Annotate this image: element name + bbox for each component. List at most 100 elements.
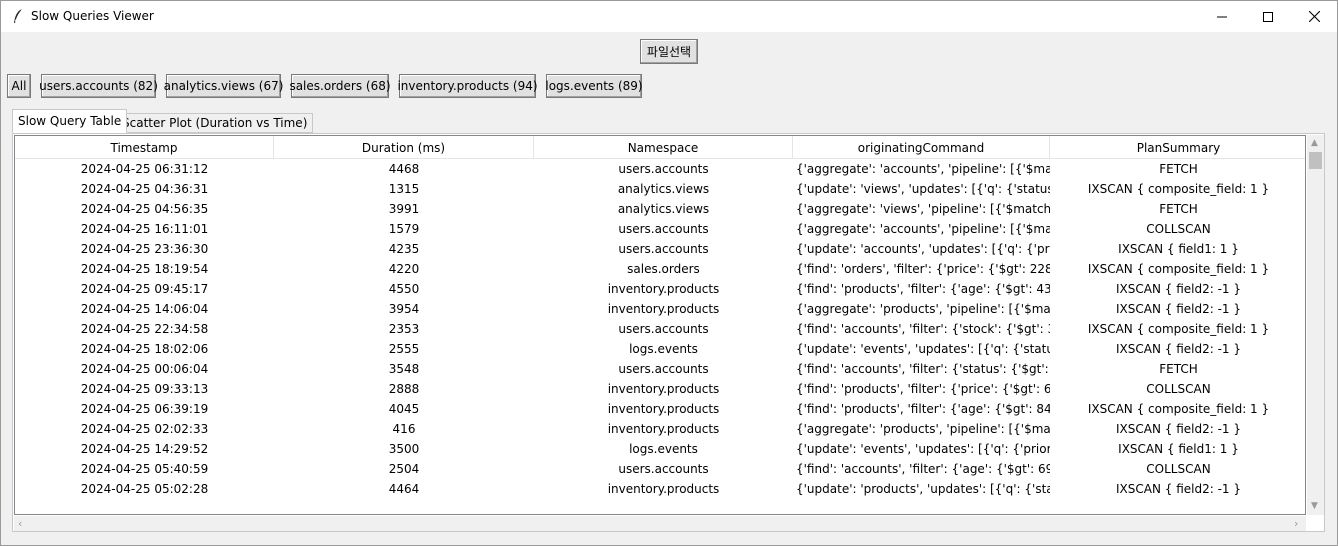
cell-timestamp: 2024-04-25 09:45:17 (80, 282, 209, 296)
maximize-icon (1263, 11, 1273, 22)
cell-plan-summary: IXSCAN { composite_field: 1 } (1087, 262, 1270, 276)
cell-timestamp: 2024-04-25 04:56:35 (80, 202, 209, 216)
cell-timestamp: 2024-04-25 22:34:58 (80, 322, 209, 336)
cell-plan-summary: COLLSCAN (1146, 382, 1211, 396)
cell-duration: 3991 (388, 202, 420, 216)
table-row[interactable]: 2024-04-25 06:31:12 4468 users.accounts {'a… (15, 159, 1305, 179)
main-window: Slow Queries Viewer 파일선택 All users.accou… (0, 0, 1338, 546)
cell-originating-command: {'update': 'views', 'updates': [{'q': {'… (796, 182, 1050, 196)
column-header-plan-summary[interactable]: PlanSummary (1050, 136, 1305, 159)
cell-timestamp: 2024-04-25 06:39:19 (80, 402, 209, 416)
cell-timestamp: 2024-04-25 14:29:52 (80, 442, 209, 456)
cell-duration: 3500 (388, 442, 420, 456)
cell-duration: 1579 (388, 222, 420, 236)
table-row[interactable]: 2024-04-25 18:02:06 2555 logs.events {'upda… (15, 339, 1305, 359)
cell-namespace: inventory.products (607, 282, 720, 296)
cell-namespace: inventory.products (607, 482, 720, 496)
cell-timestamp: 2024-04-25 16:11:01 (80, 222, 209, 236)
cell-timestamp: 2024-04-25 05:40:59 (80, 462, 209, 476)
cell-plan-summary: IXSCAN { field1: 1 } (1118, 242, 1239, 256)
maximize-button[interactable] (1245, 1, 1291, 32)
table-row[interactable]: 2024-04-25 23:36:30 4235 users.accounts {'u… (15, 239, 1305, 259)
cell-duration: 2555 (388, 342, 420, 356)
cell-namespace: users.accounts (618, 222, 709, 236)
filter-sales-orders-button[interactable]: sales.orders (68) (289, 74, 391, 98)
cell-duration: 3548 (388, 362, 420, 376)
cell-timestamp: 2024-04-25 02:02:33 (80, 422, 209, 436)
column-header-duration[interactable]: Duration (ms) (274, 136, 534, 159)
cell-plan-summary: IXSCAN { field2: -1 } (1115, 302, 1241, 316)
column-header-timestamp[interactable]: Timestamp (15, 136, 274, 159)
cell-originating-command: {'find': 'accounts', 'filter': {'status'… (796, 362, 1050, 376)
table-row[interactable]: 2024-04-25 04:56:35 3991 analytics.views {'… (15, 199, 1305, 219)
cell-timestamp: 2024-04-25 18:19:54 (80, 262, 209, 276)
filter-users-accounts-button[interactable]: users.accounts (82) (39, 74, 158, 98)
filter-all-button[interactable]: All (7, 74, 31, 98)
cell-namespace: inventory.products (607, 422, 720, 436)
minimize-icon (1217, 16, 1227, 17)
table-row[interactable]: 2024-04-25 09:45:17 4550 inventory.product… (15, 279, 1305, 299)
cell-originating-command: {'find': 'products', 'filter': {'age': {… (796, 402, 1050, 416)
table-header: Timestamp Duration (ms) Namespace origin… (15, 136, 1305, 159)
cell-namespace: sales.orders (627, 262, 700, 276)
cell-namespace: users.accounts (618, 162, 709, 176)
cell-originating-command: {'aggregate': 'products', 'pipeline': [{… (796, 302, 1050, 316)
cell-duration: 4235 (388, 242, 420, 256)
close-icon (1308, 11, 1320, 22)
table-row[interactable]: 2024-04-25 22:34:58 2353 users.accounts {'f… (15, 319, 1305, 339)
cell-namespace: logs.events (629, 442, 698, 456)
table-row[interactable]: 2024-04-25 16:11:01 1579 users.accounts {'a… (15, 219, 1305, 239)
cell-plan-summary: IXSCAN { composite_field: 1 } (1087, 322, 1270, 336)
cell-originating-command: {'update': 'accounts', 'updates': [{'q':… (796, 242, 1050, 256)
vertical-scroll-thumb[interactable] (1309, 152, 1322, 169)
cell-originating-command: {'aggregate': 'views', 'pipeline': [{'$m… (796, 202, 1050, 216)
window-title: Slow Queries Viewer (31, 9, 154, 23)
column-header-originating-command[interactable]: originatingCommand (793, 136, 1050, 159)
scroll-left-icon[interactable]: ‹ (18, 517, 22, 530)
cell-namespace: analytics.views (617, 182, 710, 196)
cell-duration: 4468 (388, 162, 420, 176)
cell-plan-summary: COLLSCAN (1146, 222, 1211, 236)
scroll-up-icon[interactable]: ▲ (1311, 138, 1318, 148)
slow-query-table[interactable]: Timestamp Duration (ms) Namespace origin… (14, 135, 1306, 515)
table-row[interactable]: 2024-04-25 14:06:04 3954 inventory.product… (15, 299, 1305, 319)
minimize-button[interactable] (1199, 1, 1245, 32)
cell-timestamp: 2024-04-25 06:31:12 (80, 162, 209, 176)
filter-inventory-products-button[interactable]: inventory.products (94) (397, 74, 538, 98)
cell-namespace: inventory.products (607, 302, 720, 316)
table-row[interactable]: 2024-04-25 18:19:54 4220 sales.orders {'fin… (15, 259, 1305, 279)
filter-logs-events-button[interactable]: logs.events (89) (545, 74, 643, 98)
scroll-down-icon[interactable]: ▼ (1311, 501, 1318, 511)
file-select-button[interactable]: 파일선택 (640, 39, 698, 64)
column-header-namespace[interactable]: Namespace (534, 136, 793, 159)
cell-originating-command: {'aggregate': 'accounts', 'pipeline': [{… (796, 162, 1050, 176)
cell-duration: 4045 (388, 402, 420, 416)
tab-slow-query-table[interactable]: Slow Query Table (12, 109, 128, 133)
cell-timestamp: 2024-04-25 05:02:28 (80, 482, 209, 496)
scroll-right-icon[interactable]: › (1294, 517, 1298, 530)
tab-scatter-plot[interactable]: Scatter Plot (Duration vs Time) (116, 113, 314, 133)
table-row[interactable]: 2024-04-25 09:33:13 2888 inventory.product… (15, 379, 1305, 399)
cell-originating-command: {'update': 'events', 'updates': [{'q': {… (796, 342, 1050, 356)
cell-originating-command: {'update': 'products', 'updates': [{'q':… (796, 482, 1050, 496)
table-row[interactable]: 2024-04-25 04:36:31 1315 analytics.views {'… (15, 179, 1305, 199)
table-row[interactable]: 2024-04-25 06:39:19 4045 inventory.product… (15, 399, 1305, 419)
close-button[interactable] (1291, 1, 1337, 32)
cell-duration: 4464 (388, 482, 420, 496)
cell-duration: 4220 (388, 262, 420, 276)
filter-analytics-views-button[interactable]: analytics.views (67) (164, 74, 283, 98)
cell-duration: 3954 (388, 302, 420, 316)
horizontal-scrollbar[interactable]: ‹ › (14, 516, 1306, 531)
table-row[interactable]: 2024-04-25 02:02:33 416 inventory.products… (15, 419, 1305, 439)
table-row[interactable]: 2024-04-25 05:40:59 2504 users.accounts {'f… (15, 459, 1305, 479)
vertical-scrollbar[interactable]: ▲ ▼ (1307, 135, 1324, 515)
cell-plan-summary: FETCH (1159, 202, 1198, 216)
cell-originating-command: {'aggregate': 'accounts', 'pipeline': [{… (796, 222, 1050, 236)
title-bar[interactable]: Slow Queries Viewer (1, 1, 1337, 32)
cell-duration: 1315 (388, 182, 420, 196)
table-row[interactable]: 2024-04-25 00:06:04 3548 users.accounts {'f… (15, 359, 1305, 379)
table-row[interactable]: 2024-04-25 14:29:52 3500 logs.events {'upda… (15, 439, 1305, 459)
table-row[interactable]: 2024-04-25 05:02:28 4464 inventory.product… (15, 479, 1305, 499)
cell-namespace: users.accounts (618, 242, 709, 256)
cell-plan-summary: COLLSCAN (1146, 462, 1211, 476)
